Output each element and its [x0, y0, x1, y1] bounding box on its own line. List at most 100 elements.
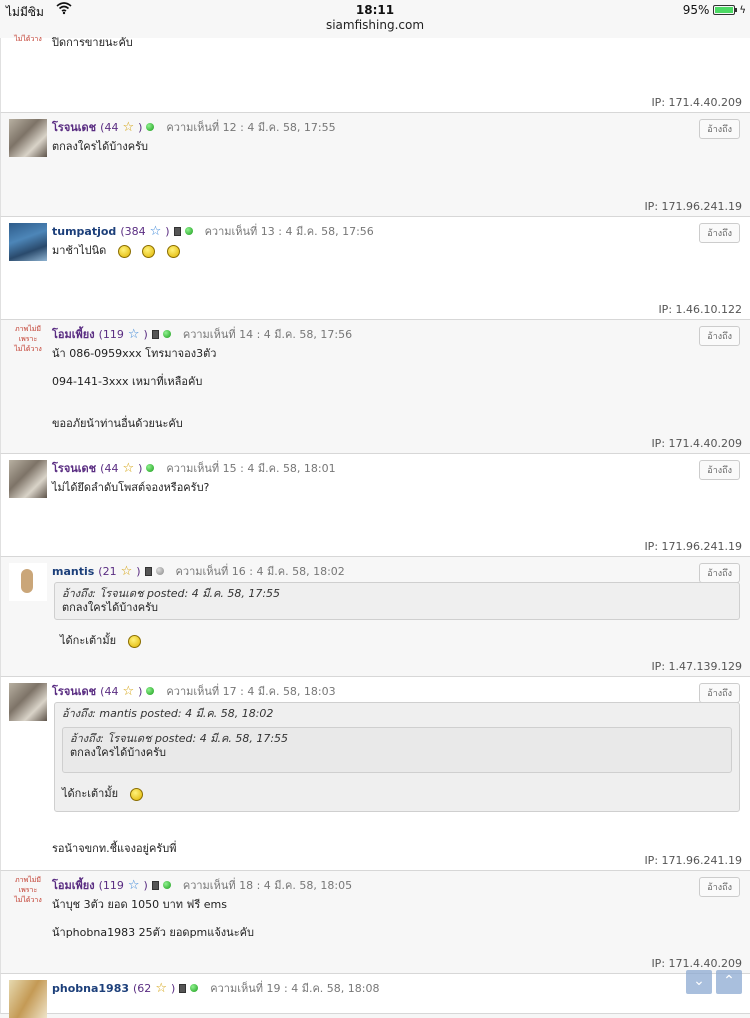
online-status-icon: [162, 881, 171, 889]
post-count: (44: [100, 461, 119, 475]
star-icon: ☆: [122, 460, 135, 476]
comment-header: โอมเพี้ยง (119 ☆) ความเห็นที่ 14 : 4 มี.…: [52, 325, 353, 343]
quote-button[interactable]: อ้างถึง: [699, 223, 740, 243]
quote-button[interactable]: อ้างถึง: [699, 683, 740, 703]
battery-icon: [713, 5, 738, 15]
online-status-icon: [184, 227, 193, 235]
nested-quote: อ้างถึง: โรจนเดช posted: 4 มี.ค. 58, 17:…: [62, 727, 732, 773]
scroll-nav: ⌄ ⌃: [686, 970, 742, 994]
comment-header: phobna1983 (62 ☆) ความเห็นที่ 19 : 4 มี.…: [52, 980, 380, 996]
comment-text: อ้างถึง: mantis posted: 4 มี.ค. 58, 18:0…: [52, 702, 740, 856]
online-status-icon: [162, 330, 171, 338]
quote-button[interactable]: อ้างถึง: [699, 563, 740, 583]
online-status-icon: [190, 984, 199, 992]
ip-address: IP: 171.4.40.209: [651, 96, 742, 109]
avatar: ภาพไม่มี เพราะ ไม่ได้วาง: [14, 325, 42, 353]
phone-icon: [173, 226, 181, 236]
post-count: (44: [100, 684, 119, 698]
comment-header: โรจนเดช (44 ☆) ความเห็นที่ 17 : 4 มี.ค. …: [52, 682, 336, 700]
smiley-icon: [142, 244, 156, 258]
avatar[interactable]: [9, 563, 47, 601]
comment-header: โอมเพี้ยง (119 ☆) ความเห็นที่ 18 : 4 มี.…: [52, 876, 353, 894]
comment-meta: ความเห็นที่ 17 : 4 มี.ค. 58, 18:03: [166, 685, 336, 698]
comment-meta: ความเห็นที่ 19 : 4 มี.ค. 58, 18:08: [210, 982, 380, 995]
charging-icon: ϟ: [739, 4, 746, 16]
chevron-down-icon: ⌄: [693, 973, 705, 989]
comment-text: น้า 086-0959xxx โทรมาจอง3ตัว 094-141-3xx…: [52, 347, 217, 430]
post-count: (62: [133, 981, 152, 995]
ip-address: IP: 1.46.10.122: [658, 303, 742, 316]
ip-address: IP: 171.4.40.209: [651, 437, 742, 450]
username[interactable]: mantis: [52, 565, 94, 578]
quote-button[interactable]: อ้างถึง: [699, 119, 740, 139]
comment-12: โรจนเดช (44 ☆) ความเห็นที่ 12 : 4 มี.ค. …: [0, 113, 750, 217]
avatar[interactable]: [9, 460, 47, 498]
star-icon: ☆: [120, 563, 133, 579]
username[interactable]: โอมเพี้ยง: [52, 325, 95, 343]
phone-icon: [151, 880, 159, 890]
comment-17: โรจนเดช (44 ☆) ความเห็นที่ 17 : 4 มี.ค. …: [0, 677, 750, 871]
comment-15: โรจนเดช (44 ☆) ความเห็นที่ 15 : 4 มี.ค. …: [0, 454, 750, 557]
ip-address: IP: 1.47.139.129: [651, 660, 742, 673]
username[interactable]: tumpatjod: [52, 225, 116, 238]
comment-13: tumpatjod (384 ☆) ความเห็นที่ 13 : 4 มี.…: [0, 217, 750, 320]
comment-text: ปิดการขายนะคับ: [52, 36, 133, 49]
avatar[interactable]: [9, 980, 47, 1018]
comment-header: โรจนเดช (44 ☆) ความเห็นที่ 15 : 4 มี.ค. …: [52, 459, 336, 477]
star-icon: ☆: [127, 326, 140, 342]
avatar[interactable]: [9, 683, 47, 721]
scroll-up-button[interactable]: ⌃: [716, 970, 742, 994]
ip-address: IP: 171.96.241.19: [644, 854, 742, 867]
post-count: (119: [98, 878, 124, 892]
status-bar: ไม่มีซิม 18:11 95% ϟ: [0, 0, 750, 20]
comment-meta: ความเห็นที่ 12 : 4 มี.ค. 58, 17:55: [166, 121, 336, 134]
comment-list: ไม่ได้วาง ปิดการขายนะคับ IP: 171.4.40.20…: [0, 35, 750, 1018]
offline-status-icon: [155, 567, 164, 575]
star-icon: ☆: [122, 683, 135, 699]
comment-meta: ความเห็นที่ 14 : 4 มี.ค. 58, 17:56: [182, 328, 353, 341]
username[interactable]: โรจนเดช: [52, 459, 96, 477]
chevron-up-icon: ⌃: [723, 973, 735, 989]
comment-19: phobna1983 (62 ☆) ความเห็นที่ 19 : 4 มี.…: [0, 974, 750, 1018]
comment-14: ภาพไม่มี เพราะ ไม่ได้วาง โอมเพี้ยง (119 ☆)…: [0, 320, 750, 454]
phone-icon: [151, 329, 159, 339]
username[interactable]: โรจนเดช: [52, 118, 96, 136]
smiley-icon: [166, 244, 180, 258]
comment-16: mantis (21 ☆) ความเห็นที่ 16 : 4 มี.ค. 5…: [0, 557, 750, 677]
post-count: (119: [98, 327, 124, 341]
username[interactable]: phobna1983: [52, 982, 129, 995]
star-icon: ☆: [122, 119, 135, 135]
username[interactable]: โอมเพี้ยง: [52, 876, 95, 894]
comment-header: mantis (21 ☆) ความเห็นที่ 16 : 4 มี.ค. 5…: [52, 563, 345, 579]
quote-button[interactable]: อ้างถึง: [699, 460, 740, 480]
online-status-icon: [146, 123, 155, 131]
online-status-icon: [146, 687, 155, 695]
scroll-down-button[interactable]: ⌄: [686, 970, 712, 994]
quoted-comment: อ้างถึง: โรจนเดช posted: 4 มี.ค. 58, 17:…: [54, 582, 740, 620]
quote-button[interactable]: อ้างถึง: [699, 877, 740, 897]
avatar[interactable]: [9, 119, 47, 157]
phone-icon: [144, 566, 152, 576]
username[interactable]: โรจนเดช: [52, 682, 96, 700]
comment-header: tumpatjod (384 ☆) ความเห็นที่ 13 : 4 มี.…: [52, 223, 374, 239]
comment-header: โรจนเดช (44 ☆) ความเห็นที่ 12 : 4 มี.ค. …: [52, 118, 336, 136]
comment-text: น้าบุช 3ตัว ยอด 1050 บาท ฟรี ems น้าphob…: [52, 898, 254, 939]
comment-18: ภาพไม่มี เพราะ ไม่ได้วาง โอมเพี้ยง (119 ☆)…: [0, 871, 750, 974]
comment-meta: ความเห็นที่ 13 : 4 มี.ค. 58, 17:56: [204, 225, 374, 238]
online-status-icon: [146, 464, 155, 472]
comment-meta: ความเห็นที่ 15 : 4 มี.ค. 58, 18:01: [166, 462, 336, 475]
comment-text: ไม่ได้ยึดลำดับโพสต์จองหรือครับ?: [52, 481, 210, 494]
comment-meta: ความเห็นที่ 18 : 4 มี.ค. 58, 18:05: [182, 879, 353, 892]
avatar: ภาพไม่มี เพราะ ไม่ได้วาง: [14, 876, 42, 904]
comment-11: ไม่ได้วาง ปิดการขายนะคับ IP: 171.4.40.20…: [0, 35, 750, 113]
url-text: siamfishing.com: [325, 18, 425, 32]
smiley-icon: [129, 787, 143, 801]
avatar: ไม่ได้วาง: [14, 35, 42, 43]
avatar[interactable]: [9, 223, 47, 261]
post-count: (21: [98, 564, 117, 578]
post-count: (44: [100, 120, 119, 134]
star-icon: ☆: [149, 223, 162, 239]
clock: 18:11: [355, 3, 395, 17]
ip-address: IP: 171.96.241.19: [644, 540, 742, 553]
quote-button[interactable]: อ้างถึง: [699, 326, 740, 346]
